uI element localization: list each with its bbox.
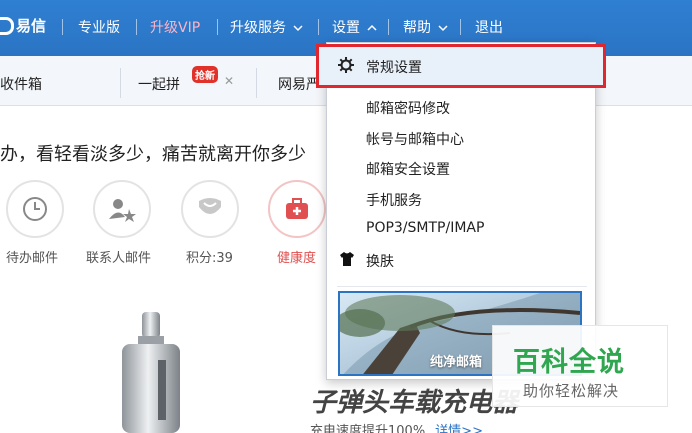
nav-separator xyxy=(388,19,389,35)
upgrade-service-menu[interactable]: 升级服务 xyxy=(230,17,303,37)
car-charger-image xyxy=(122,312,180,433)
tab-inbox[interactable]: 收件箱 xyxy=(0,74,42,94)
watermark-title: 百科全说 xyxy=(513,347,625,378)
nav-separator xyxy=(460,19,461,35)
points-button[interactable] xyxy=(181,180,239,238)
points-label: 积分:39 xyxy=(186,251,233,266)
upgrade-service-label: 升级服务 xyxy=(230,20,286,36)
watermark: 百科全说 助你轻松解决 xyxy=(492,325,668,407)
menu-item-security[interactable]: 邮箱安全设置 xyxy=(366,159,450,179)
chevron-down-icon xyxy=(438,25,448,32)
yixin-logo-icon xyxy=(0,16,14,35)
tab-divider xyxy=(256,68,257,98)
close-tab-icon[interactable]: ✕ xyxy=(224,74,234,88)
contact-mail-button[interactable] xyxy=(93,180,151,238)
settings-label: 设置 xyxy=(332,20,360,36)
upgrade-vip-link[interactable]: 升级VIP xyxy=(150,17,200,37)
yixin-label: 易信 xyxy=(16,17,47,35)
watermark-subtitle: 助你轻松解决 xyxy=(523,382,620,400)
clock-icon xyxy=(23,197,47,221)
todo-mail-button[interactable] xyxy=(6,180,64,238)
menu-item-skin[interactable]: 换肤 xyxy=(366,251,394,271)
skin-preview-caption: 纯净邮箱 xyxy=(430,355,483,370)
menu-divider xyxy=(337,286,587,287)
todo-mail-label: 待办邮件 xyxy=(6,251,59,266)
tab-divider xyxy=(120,68,121,98)
health-button[interactable] xyxy=(268,180,326,238)
general-settings-highlight[interactable] xyxy=(316,44,606,88)
ad-more-link[interactable]: 详情>> xyxy=(435,424,483,433)
nav-separator xyxy=(136,19,137,35)
menu-item-account-center[interactable]: 帐号与邮箱中心 xyxy=(366,129,464,149)
logout-link[interactable]: 退出 xyxy=(475,17,503,37)
nav-separator xyxy=(217,19,218,35)
daily-quote: 办，看轻看淡多少，痛苦就离开你多少 xyxy=(0,144,306,165)
chevron-up-icon xyxy=(367,24,377,31)
ad-subtitle-text: 充电速度提升100% xyxy=(310,424,426,433)
menu-item-password[interactable]: 邮箱密码修改 xyxy=(366,98,450,118)
contact-star-icon xyxy=(109,199,136,222)
help-label: 帮助 xyxy=(403,20,431,36)
settings-menu[interactable]: 设置 xyxy=(332,17,377,37)
menu-item-general-settings[interactable]: 常规设置 xyxy=(366,57,422,77)
menu-item-pop3[interactable]: POP3/SMTP/IMAP xyxy=(366,220,484,236)
tab-yiqipin[interactable]: 一起拼 xyxy=(138,74,180,94)
nav-separator xyxy=(62,19,63,35)
help-menu[interactable]: 帮助 xyxy=(403,17,448,37)
ad-title: 子弹头车载充电器 xyxy=(310,388,519,418)
menu-item-mobile-service[interactable]: 手机服务 xyxy=(366,190,422,210)
new-badge: 抢新 xyxy=(192,66,218,83)
nav-separator xyxy=(318,19,319,35)
ad-subtitle: 充电速度提升100% 详情>> xyxy=(310,420,483,433)
gear-icon xyxy=(338,57,354,73)
medkit-icon xyxy=(286,198,308,219)
contact-mail-label: 联系人邮件 xyxy=(86,251,152,266)
health-label: 健康度 xyxy=(277,251,317,266)
tshirt-icon xyxy=(340,252,354,266)
tab-wangyi-yanxuan[interactable]: 网易严 xyxy=(278,74,320,94)
chevron-down-icon xyxy=(293,25,303,32)
points-icon xyxy=(199,198,221,214)
yixin-link[interactable]: 易信 xyxy=(0,15,46,36)
pro-version-link[interactable]: 专业版 xyxy=(78,17,120,37)
